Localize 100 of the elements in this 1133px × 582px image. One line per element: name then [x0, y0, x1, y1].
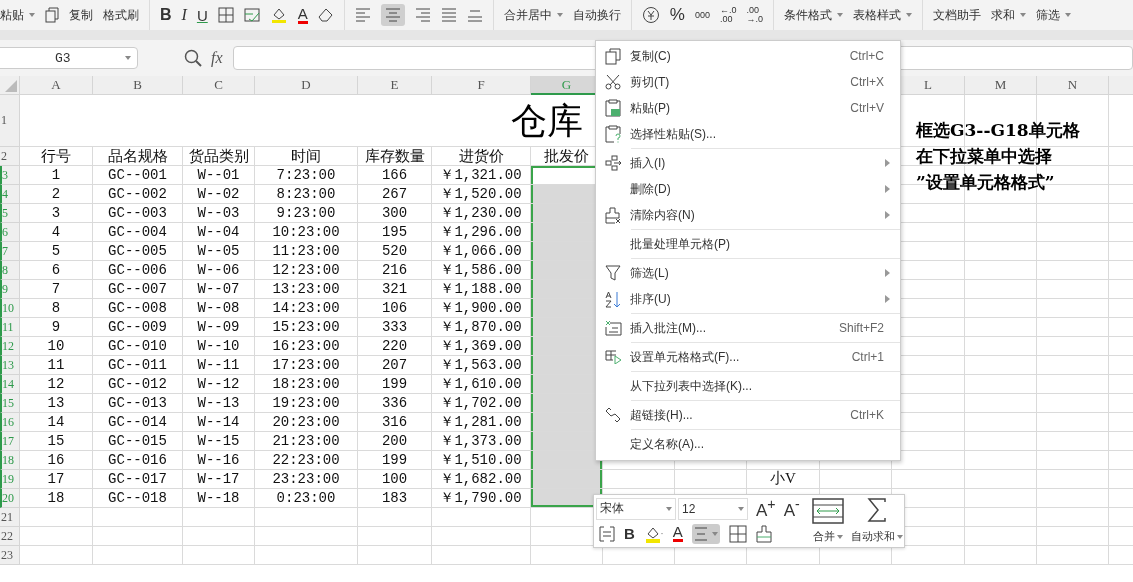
table-cell: 216	[358, 261, 432, 280]
table-cell: GC--007	[93, 280, 183, 299]
table-cell: 13:23:00	[255, 280, 358, 299]
table-cell: W--11	[183, 356, 255, 375]
table-cell: GC--006	[93, 261, 183, 280]
table-cell: 4	[20, 223, 93, 242]
table-cell: W--05	[183, 242, 255, 261]
table-cell: 17	[20, 470, 93, 489]
table-cell: 12:23:00	[255, 261, 358, 280]
table-cell: W--17	[183, 470, 255, 489]
table-cell: W--14	[183, 413, 255, 432]
table-cell: GC--015	[93, 432, 183, 451]
table-cell: 15	[20, 432, 93, 451]
table-cell: W--18	[183, 489, 255, 508]
table-cell: 106	[358, 299, 432, 318]
table-cell: 520	[358, 242, 432, 261]
table-cell: 300	[358, 204, 432, 223]
table-cell: 2	[20, 185, 93, 204]
table-cell: W--09	[183, 318, 255, 337]
table-cell: 207	[358, 356, 432, 375]
table-cell: GC--004	[93, 223, 183, 242]
table-cell: W--07	[183, 280, 255, 299]
table-cell: 11	[20, 356, 93, 375]
table-cell: 小V	[747, 470, 820, 489]
annotation-text: 在下拉菜单中选择	[916, 145, 1052, 168]
table-cell: 11:23:00	[255, 242, 358, 261]
table-cell: 19:23:00	[255, 394, 358, 413]
table-cell: 23:23:00	[255, 470, 358, 489]
table-cell: 行号	[20, 147, 93, 166]
table-cell: W--01	[183, 166, 255, 185]
table-cell: GC--012	[93, 375, 183, 394]
table-cell: GC--017	[93, 470, 183, 489]
table-cell: 0:23:00	[255, 489, 358, 508]
table-cell: 5	[20, 242, 93, 261]
annotation-text: ”设置单元格格式”	[916, 171, 1055, 194]
table-cell: 15:23:00	[255, 318, 358, 337]
table-cell: 18	[20, 489, 93, 508]
table-cell: W--16	[183, 451, 255, 470]
table-cell: 12	[20, 375, 93, 394]
table-cell: 100	[358, 470, 432, 489]
table-cell: 1	[20, 166, 93, 185]
table-cell: 货品类别	[183, 147, 255, 166]
table-cell: 316	[358, 413, 432, 432]
table-cell: W--13	[183, 394, 255, 413]
table-cell: 7:23:00	[255, 166, 358, 185]
table-cell: 183	[358, 489, 432, 508]
table-cell: W--03	[183, 204, 255, 223]
table-cell: 10	[20, 337, 93, 356]
table-cell: W--10	[183, 337, 255, 356]
table-cell: 14:23:00	[255, 299, 358, 318]
table-cell: GC--011	[93, 356, 183, 375]
table-cell: GC--009	[93, 318, 183, 337]
table-cell: 库存数量	[358, 147, 432, 166]
table-cell: 333	[358, 318, 432, 337]
table-cell: 16:23:00	[255, 337, 358, 356]
table-cell: 17:23:00	[255, 356, 358, 375]
table-cell: 14	[20, 413, 93, 432]
table-cell: 199	[358, 451, 432, 470]
table-cell: 进货价	[432, 147, 531, 166]
table-cell: 7	[20, 280, 93, 299]
table-cell: 10:23:00	[255, 223, 358, 242]
table-cell: 8	[20, 299, 93, 318]
table-cell: W--12	[183, 375, 255, 394]
table-cell: 200	[358, 432, 432, 451]
table-cell: W--15	[183, 432, 255, 451]
table-cell: W--02	[183, 185, 255, 204]
table-cell: 166	[358, 166, 432, 185]
table-cell: 321	[358, 280, 432, 299]
table-cell: W--08	[183, 299, 255, 318]
table-cell: 6	[20, 261, 93, 280]
table-cell: 品名规格	[93, 147, 183, 166]
table-cell: GC--001	[93, 166, 183, 185]
table-cell: GC--016	[93, 451, 183, 470]
table-cell: 199	[358, 375, 432, 394]
table-cell: GC--014	[93, 413, 183, 432]
table-cell: 13	[20, 394, 93, 413]
table-cell: W--04	[183, 223, 255, 242]
table-cell: 195	[358, 223, 432, 242]
table-cell: 8:23:00	[255, 185, 358, 204]
table-cell: 20:23:00	[255, 413, 358, 432]
table-cell: 18:23:00	[255, 375, 358, 394]
table-cell: GC--010	[93, 337, 183, 356]
table-cell: GC--002	[93, 185, 183, 204]
table-cell: 时间	[255, 147, 358, 166]
sheet-title: 仓库	[511, 98, 583, 143]
table-cell: GC--005	[93, 242, 183, 261]
table-cell: 3	[20, 204, 93, 223]
annotation-text: 框选G3--G18单元格	[916, 119, 1080, 142]
table-cell: GC--003	[93, 204, 183, 223]
table-cell: 9	[20, 318, 93, 337]
table-cell: GC--008	[93, 299, 183, 318]
table-cell: 220	[358, 337, 432, 356]
table-cell: 9:23:00	[255, 204, 358, 223]
table-cell: GC--013	[93, 394, 183, 413]
table-cell: 21:23:00	[255, 432, 358, 451]
table-cell: GC--018	[93, 489, 183, 508]
table-cell: W--06	[183, 261, 255, 280]
table-cell: 22:23:00	[255, 451, 358, 470]
table-cell: 16	[20, 451, 93, 470]
table-cell: 336	[358, 394, 432, 413]
